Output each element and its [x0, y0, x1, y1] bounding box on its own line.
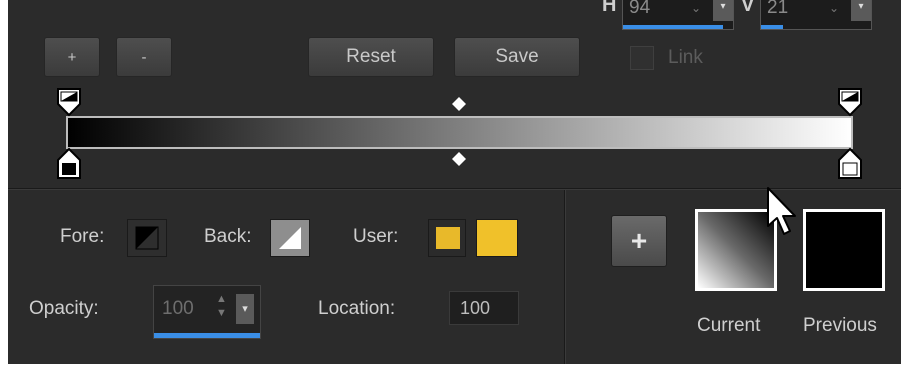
opacity-stop-right-icon[interactable] — [838, 88, 862, 117]
save-button[interactable]: Save — [454, 37, 580, 77]
opacity-value: 100 — [162, 298, 194, 319]
opacity-spin-arrows-icon[interactable]: ▲ ▼ — [216, 292, 227, 320]
v-value: 21 — [767, 0, 789, 18]
opacity-spinbox[interactable]: 100 ▲ ▼ ▾ — [153, 285, 261, 339]
v-spin-arrows-icon[interactable]: ⌄ — [829, 1, 839, 15]
add-stop-button[interactable]: + — [44, 37, 100, 77]
opacity-value-bar — [154, 333, 260, 338]
v-label: V — [741, 0, 755, 16]
h-label: H — [602, 0, 617, 16]
h-value-bar — [623, 25, 723, 29]
gradient-strip-area[interactable] — [8, 80, 901, 188]
h-spinbox[interactable]: 94 ⌄ ▾ — [622, 0, 734, 30]
current-label: Current — [697, 315, 761, 336]
back-label: Back: — [204, 226, 252, 247]
link-checkbox[interactable] — [630, 46, 654, 70]
opacity-stop-left-icon[interactable] — [57, 88, 81, 117]
reset-button[interactable]: Reset — [308, 37, 434, 77]
vertical-divider-highlight — [565, 190, 566, 364]
location-label: Location: — [318, 298, 396, 319]
v-dropdown-icon[interactable]: ▾ — [851, 0, 871, 21]
remove-stop-label: - — [141, 48, 147, 66]
back-swatch[interactable] — [270, 219, 310, 257]
add-stop-label: + — [67, 48, 77, 66]
user-swatch-1[interactable] — [428, 219, 466, 257]
location-value: 100 — [460, 298, 491, 318]
opacity-dropdown-icon[interactable]: ▾ — [236, 294, 254, 324]
color-midpoint-diamond-icon — [452, 152, 466, 166]
h-value: 94 — [629, 0, 651, 18]
save-label: Save — [495, 46, 539, 67]
mouse-cursor-icon — [767, 187, 796, 235]
gradient-editor-panel: H 94 ⌄ ▾ V 21 ⌄ ▾ Link + - Reset Save Fo… — [8, 0, 901, 364]
color-stop-right-icon[interactable] — [838, 147, 862, 179]
opacity-label: Opacity: — [29, 298, 99, 319]
h-dropdown-icon[interactable]: ▾ — [713, 0, 733, 21]
reset-label: Reset — [346, 46, 396, 67]
color-stop-left-icon[interactable] — [57, 147, 81, 179]
add-preset-label: + — [630, 225, 648, 256]
link-label: Link — [668, 47, 703, 68]
h-spin-arrows-icon[interactable]: ⌄ — [691, 1, 701, 15]
user-swatch-1-fill — [436, 227, 460, 249]
user-swatch-2[interactable] — [476, 219, 518, 257]
location-input[interactable]: 100 — [449, 291, 519, 325]
fore-label: Fore: — [60, 226, 105, 247]
previous-gradient-swatch[interactable] — [803, 209, 885, 291]
add-preset-button[interactable]: + — [611, 215, 667, 267]
fore-swatch[interactable] — [127, 219, 167, 257]
remove-stop-button[interactable]: - — [116, 37, 172, 77]
current-gradient-swatch[interactable] — [695, 209, 777, 291]
previous-label: Previous — [803, 315, 877, 336]
opacity-midpoint-diamond-icon — [452, 97, 466, 111]
v-spinbox[interactable]: 21 ⌄ ▾ — [760, 0, 872, 30]
v-value-bar — [761, 25, 783, 29]
gradient-bar — [66, 116, 853, 149]
user-label: User: — [353, 226, 399, 247]
